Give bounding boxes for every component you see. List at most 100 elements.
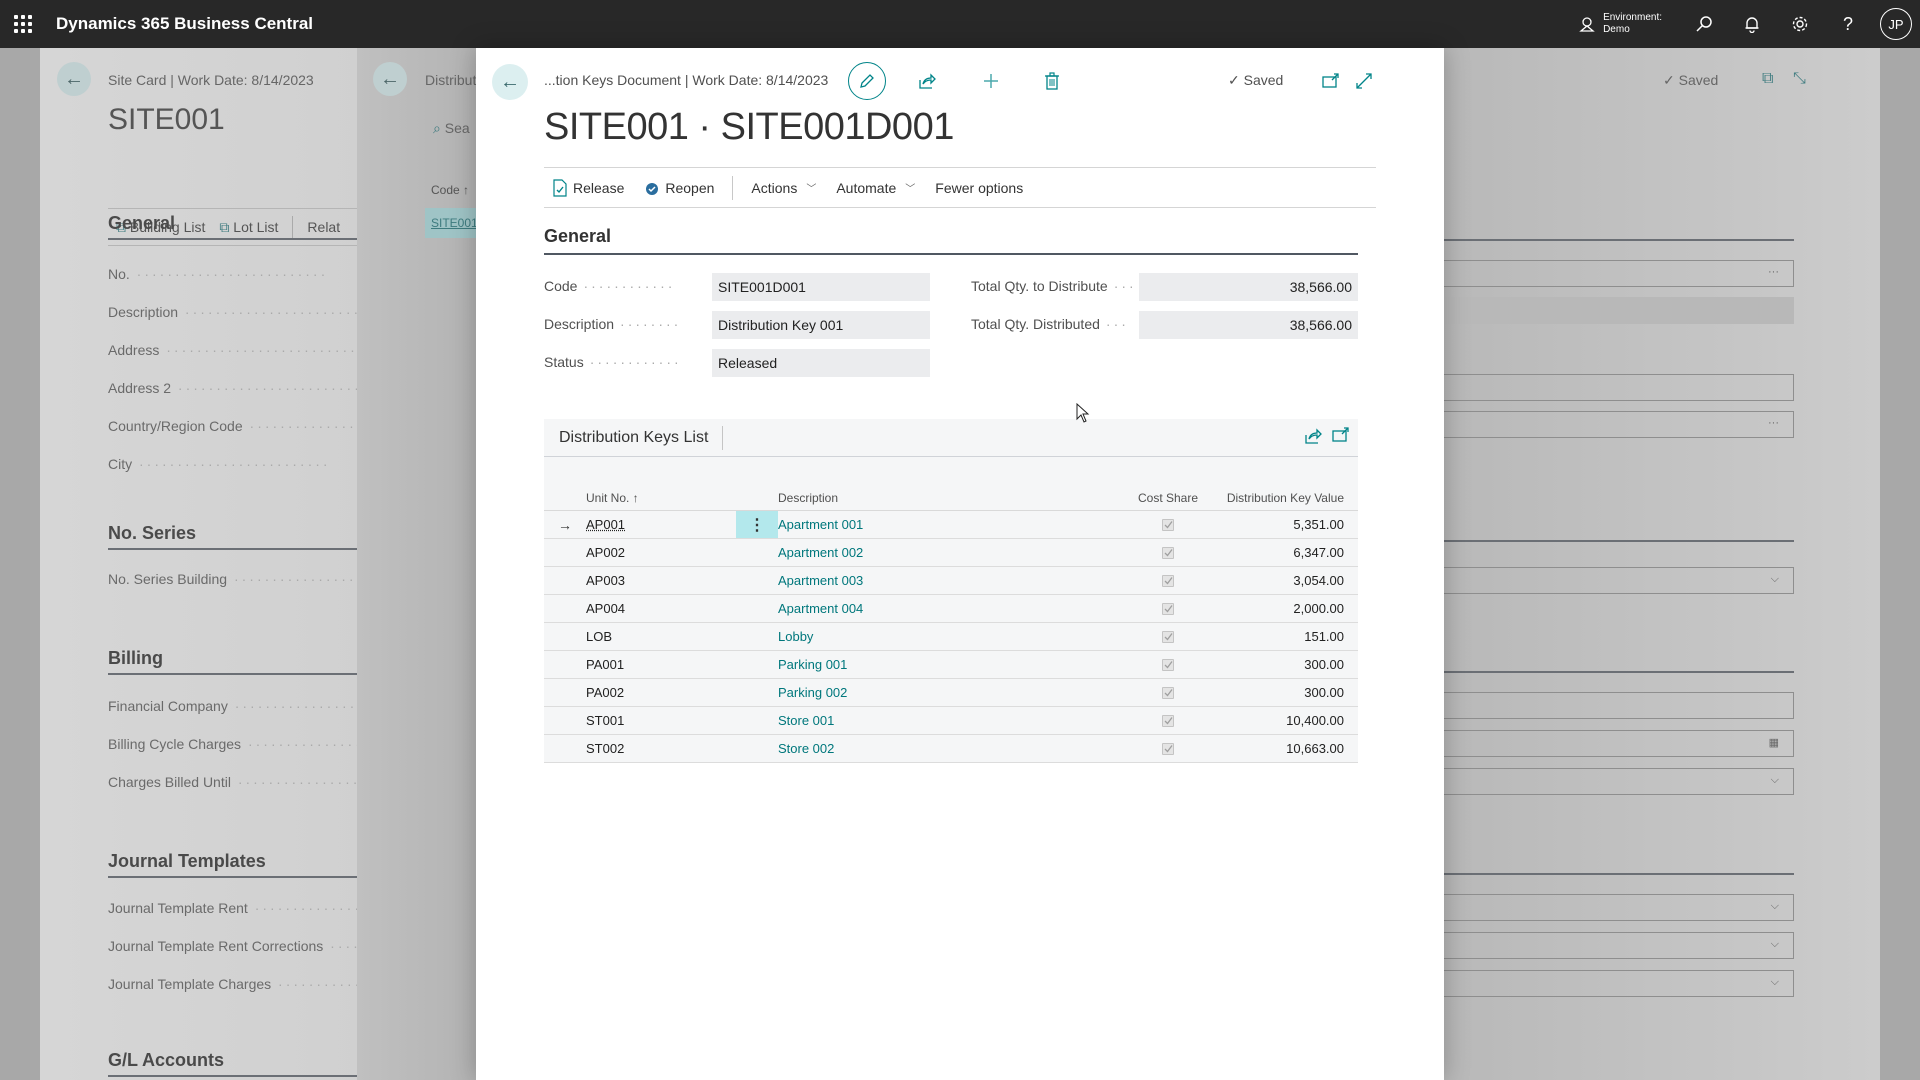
- cost-share-cell[interactable]: [1118, 686, 1218, 699]
- cost-share-cell[interactable]: [1118, 714, 1218, 727]
- row-menu-button[interactable]: [736, 623, 778, 650]
- description-cell[interactable]: Apartment 002: [778, 545, 1118, 560]
- checkbox-checked-icon[interactable]: [1162, 518, 1174, 531]
- field-box[interactable]: ⌵: [1435, 932, 1794, 959]
- share-list-button[interactable]: [1304, 427, 1322, 450]
- field-box[interactable]: [1435, 692, 1794, 719]
- field-box[interactable]: ···: [1435, 411, 1794, 438]
- table-row[interactable]: ST002 Store 002 10,663.00: [544, 735, 1358, 763]
- reopen-action[interactable]: Reopen: [634, 168, 724, 207]
- distribution-key-value-cell[interactable]: 300.00: [1218, 685, 1358, 700]
- search-button[interactable]: [1680, 0, 1728, 48]
- distribution-key-value-column-header[interactable]: Distribution Key Value: [1218, 491, 1358, 505]
- cost-share-cell[interactable]: [1118, 742, 1218, 755]
- checkbox-checked-icon[interactable]: [1162, 630, 1174, 643]
- row-menu-button[interactable]: [736, 735, 778, 762]
- cost-share-column-header[interactable]: Cost Share: [1118, 491, 1218, 505]
- edit-button[interactable]: [848, 62, 886, 100]
- checkbox-checked-icon[interactable]: [1162, 714, 1174, 727]
- distribution-key-value-cell[interactable]: 151.00: [1218, 629, 1358, 644]
- unit-no-cell[interactable]: PA002: [586, 685, 736, 700]
- section-title[interactable]: G/L Accounts: [108, 1050, 358, 1077]
- user-avatar[interactable]: JP: [1880, 8, 1912, 40]
- share-button[interactable]: [912, 66, 942, 96]
- row-menu-button[interactable]: [736, 707, 778, 734]
- delete-button[interactable]: [1037, 66, 1067, 96]
- description-cell[interactable]: Apartment 003: [778, 573, 1118, 588]
- notifications-button[interactable]: [1728, 0, 1776, 48]
- new-button[interactable]: [976, 66, 1006, 96]
- description-cell[interactable]: Apartment 004: [778, 601, 1118, 616]
- cost-share-cell[interactable]: [1118, 602, 1218, 615]
- distribution-key-value-cell[interactable]: 6,347.00: [1218, 545, 1358, 560]
- section-title[interactable]: Journal Templates: [108, 851, 358, 878]
- release-action[interactable]: Release: [544, 168, 634, 207]
- unit-no-cell[interactable]: ST002: [586, 741, 736, 756]
- table-row[interactable]: AP004 Apartment 004 2,000.00: [544, 595, 1358, 623]
- table-row[interactable]: PA002 Parking 002 300.00: [544, 679, 1358, 707]
- checkbox-checked-icon[interactable]: [1162, 602, 1174, 615]
- description-cell[interactable]: Store 002: [778, 741, 1118, 756]
- distribution-key-value-cell[interactable]: 10,400.00: [1218, 713, 1358, 728]
- section-title[interactable]: Billing: [108, 648, 358, 675]
- cost-share-cell[interactable]: [1118, 630, 1218, 643]
- cost-share-cell[interactable]: [1118, 518, 1218, 531]
- unit-no-cell[interactable]: AP003: [586, 573, 736, 588]
- description-cell[interactable]: Store 001: [778, 713, 1118, 728]
- description-cell[interactable]: Lobby: [778, 629, 1118, 644]
- field-box[interactable]: ⌵: [1435, 894, 1794, 921]
- description-cell[interactable]: Apartment 001: [778, 517, 1118, 532]
- description-cell[interactable]: Parking 002: [778, 685, 1118, 700]
- code-field[interactable]: SITE001D001: [712, 273, 930, 301]
- total-qty-to-distribute-field[interactable]: 38,566.00: [1139, 273, 1358, 301]
- general-section-title[interactable]: General: [544, 226, 1358, 255]
- row-menu-button[interactable]: ⋮: [736, 511, 778, 538]
- row-menu-button[interactable]: [736, 595, 778, 622]
- unit-no-column-header[interactable]: Unit No. ↑: [586, 491, 736, 505]
- distribution-key-value-cell[interactable]: 300.00: [1218, 657, 1358, 672]
- checkbox-checked-icon[interactable]: [1162, 546, 1174, 559]
- search-input[interactable]: ⌕ Sea: [433, 120, 470, 137]
- open-new-window-button[interactable]: [1316, 66, 1346, 96]
- list-title[interactable]: Distribution Keys List: [544, 425, 724, 450]
- cost-share-cell[interactable]: [1118, 658, 1218, 671]
- code-column-header[interactable]: Code ↑: [431, 183, 469, 197]
- table-row[interactable]: PA001 Parking 001 300.00: [544, 651, 1358, 679]
- field-box[interactable]: ▦: [1435, 730, 1794, 757]
- unit-no-cell[interactable]: PA001: [586, 657, 736, 672]
- back-button[interactable]: ←: [373, 62, 407, 96]
- table-row[interactable]: AP003 Apartment 003 3,054.00: [544, 567, 1358, 595]
- table-row[interactable]: AP002 Apartment 002 6,347.00: [544, 539, 1358, 567]
- distribution-key-value-cell[interactable]: 10,663.00: [1218, 741, 1358, 756]
- description-field[interactable]: Distribution Key 001: [712, 311, 930, 339]
- field-box[interactable]: [1435, 297, 1794, 324]
- expand-button[interactable]: [1349, 66, 1379, 96]
- cost-share-cell[interactable]: [1118, 546, 1218, 559]
- checkbox-checked-icon[interactable]: [1162, 574, 1174, 587]
- distribution-key-value-cell[interactable]: 5,351.00: [1218, 517, 1358, 532]
- actions-menu[interactable]: Actions ﹀: [741, 168, 826, 207]
- field-box[interactable]: [1435, 374, 1794, 401]
- field-box[interactable]: ⌵: [1435, 970, 1794, 997]
- distribution-key-value-cell[interactable]: 3,054.00: [1218, 573, 1358, 588]
- description-cell[interactable]: Parking 001: [778, 657, 1118, 672]
- collapse-icon[interactable]: ⤡: [1793, 70, 1806, 88]
- unit-no-cell[interactable]: LOB: [586, 629, 736, 644]
- description-column-header[interactable]: Description: [778, 491, 1118, 505]
- distribution-key-value-cell[interactable]: 2,000.00: [1218, 601, 1358, 616]
- settings-button[interactable]: [1776, 0, 1824, 48]
- automate-menu[interactable]: Automate ﹀: [826, 168, 925, 207]
- environment-indicator[interactable]: Environment: Demo: [1579, 12, 1662, 36]
- status-field[interactable]: Released: [712, 349, 930, 377]
- checkbox-checked-icon[interactable]: [1162, 742, 1174, 755]
- back-button[interactable]: ←: [492, 64, 528, 100]
- app-launcher-button[interactable]: [0, 0, 46, 48]
- total-qty-distributed-field[interactable]: 38,566.00: [1139, 311, 1358, 339]
- section-title[interactable]: No. Series: [108, 523, 358, 550]
- code-cell[interactable]: SITE001: [425, 208, 477, 238]
- table-row[interactable]: LOB Lobby 151.00: [544, 623, 1358, 651]
- field-box[interactable]: ⌵: [1435, 768, 1794, 795]
- open-list-in-new-window-button[interactable]: [1332, 427, 1350, 450]
- table-row[interactable]: ST001 Store 001 10,400.00: [544, 707, 1358, 735]
- field-box[interactable]: ⌵: [1435, 567, 1794, 594]
